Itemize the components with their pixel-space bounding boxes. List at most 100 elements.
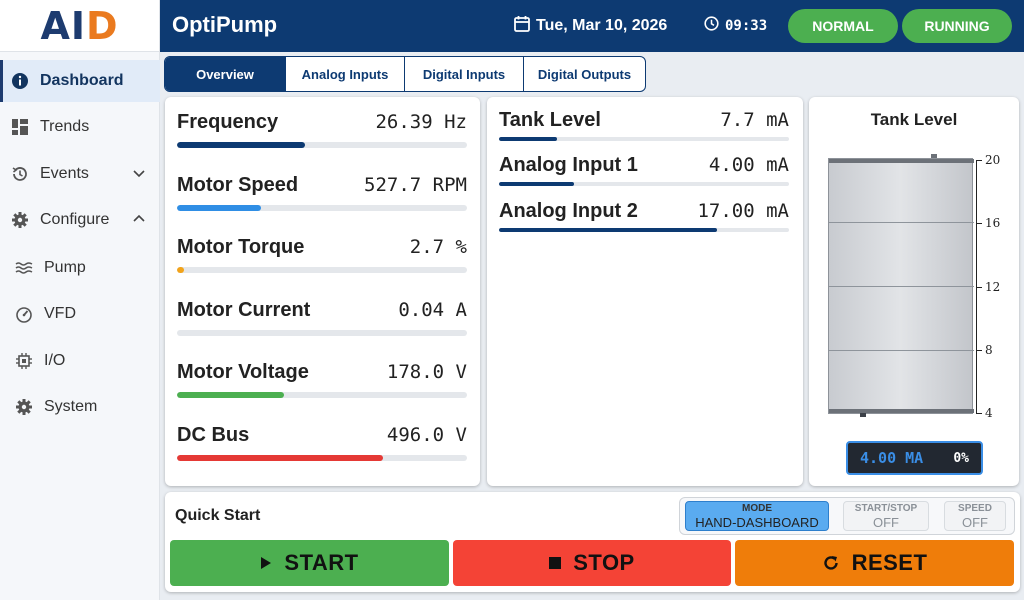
metric-value: 178.0 V [386,361,467,383]
metric-motor-voltage: Motor Voltage 178.0 V [177,361,467,398]
tank-tick-label: 12 [985,279,1001,294]
sidebar-item-dashboard[interactable]: Dashboard [0,60,160,102]
time-display: 09:33 [704,16,767,35]
gear-icon [14,397,34,417]
status-label: SPEED [958,502,992,514]
progress-fill [177,267,184,273]
metric-frequency: Frequency 26.39 Hz [177,111,467,148]
gear-icon [10,210,30,230]
status-label: MODE [742,502,772,514]
app-title: OptiPump [172,12,278,37]
sidebar-item-pump[interactable]: Pump [0,247,160,289]
tank-gridline [829,350,974,351]
metric-analog-input-1: Analog Input 1 4.00 mA [499,154,789,186]
status-value: HAND-DASHBOARD [695,514,819,530]
metric-motor-torque: Motor Torque 2.7 % [177,236,467,273]
sidebar-item-system[interactable]: System [0,386,160,428]
metric-label: Analog Input 2 [499,200,638,222]
metric-label: Analog Input 1 [499,154,638,176]
status-badge-normal: NORMAL [788,9,898,43]
quick-start-card: Quick Start MODE HAND-DASHBOARD START/ST… [165,492,1020,592]
sidebar-item-configure[interactable]: Configure [0,199,160,241]
sidebar-item-io[interactable]: I/O [0,340,160,382]
info-icon [10,71,30,91]
tank-tick-label: 20 [985,153,1001,167]
sidebar-item-vfd[interactable]: VFD [0,293,160,335]
tab-analog-inputs[interactable]: Analog Inputs [286,57,405,91]
metric-motor-speed: Motor Speed 527.7 RPM [177,174,467,211]
metric-value: 0.04 A [398,299,467,321]
progress-bar [499,182,789,186]
tank-title: Tank Level [870,110,958,129]
tank-top-cap [829,159,974,163]
tank-tick-label: 4 [985,406,993,420]
metric-label: Motor Speed [177,174,299,196]
tab-digital-inputs[interactable]: Digital Inputs [405,57,524,91]
metric-value: 2.7 % [409,236,467,258]
tank-level-card: Tank Level 20 16 12 8 4 4.00 MA 0% [809,97,1019,486]
tank-bottom-cap [829,409,974,413]
start-label: START [284,550,359,575]
mode-status: MODE HAND-DASHBOARD [685,501,829,531]
progress-bar [177,455,467,461]
chevron-up-icon[interactable] [132,212,146,231]
progress-fill [499,137,557,141]
quick-start-title: Quick Start [175,507,261,524]
tank-marker-bottom [860,413,866,417]
tank-gridline [829,286,974,287]
logo-accent: D [86,3,119,48]
progress-fill [177,142,305,148]
start-button[interactable]: START [170,540,449,586]
analog-inputs-card: Tank Level 7.7 mA Analog Input 1 4.00 mA A… [487,97,803,486]
logo: AID [0,0,159,52]
tank-tick [976,160,982,161]
sidebar-item-events[interactable]: Events [0,153,160,195]
tab-overview[interactable]: Overview [165,57,286,91]
metric-dc-bus: DC Bus 496.0 V [177,424,467,461]
tab-digital-outputs[interactable]: Digital Outputs [524,57,645,91]
waves-icon [14,258,34,278]
tank-tick [976,223,982,225]
date-text: Tue, Mar 10, 2026 [536,17,668,34]
progress-bar [499,137,789,141]
grid-icon [10,117,30,137]
date-display: Tue, Mar 10, 2026 [514,15,667,37]
status-value: OFF [962,514,988,530]
sidebar-item-label: Dashboard [40,72,124,89]
sidebar-item-label: Trends [40,118,90,135]
control-status-group: MODE HAND-DASHBOARD START/STOP OFF SPEED… [679,497,1015,535]
tank-tick-label: 8 [985,342,993,357]
stop-button[interactable]: STOP [453,540,731,586]
metric-tank-level: Tank Level 7.7 mA [499,109,789,141]
readout-value: 4.00 MA [860,449,924,467]
tank-tick-label: 16 [985,216,1001,231]
metric-value: 17.00 mA [697,200,789,222]
calendar-icon [514,15,536,37]
header: OptiPump Tue, Mar 10, 2026 09:33 NORMAL … [160,0,1024,52]
reset-button[interactable]: RESET [735,540,1014,586]
status-badge-running: RUNNING [902,9,1012,43]
metric-label: Frequency [177,111,279,133]
metric-label: Tank Level [499,109,601,131]
refresh-icon [822,554,840,572]
sidebar-item-trends[interactable]: Trends [0,106,160,148]
motor-metrics-card: Frequency 26.39 Hz Motor Speed 527.7 RPM M… [165,97,480,486]
sidebar-item-label: I/O [44,352,66,369]
progress-fill [177,455,383,461]
metric-label: Motor Current [177,299,311,321]
readout-percent: 0% [953,450,969,466]
progress-bar [177,267,467,273]
time-text: 09:33 [725,17,768,34]
tank-tick [976,413,982,414]
chevron-down-icon[interactable] [132,166,146,185]
clock-icon [704,16,725,35]
history-icon [10,164,30,184]
stop-label: STOP [573,550,635,575]
progress-fill [499,182,575,186]
progress-fill [499,228,717,232]
metric-label: Motor Voltage [177,361,309,383]
sidebar-item-label: Pump [44,259,86,276]
progress-fill [177,392,285,398]
metric-value: 26.39 Hz [375,111,467,133]
status-label: START/STOP [854,502,918,514]
